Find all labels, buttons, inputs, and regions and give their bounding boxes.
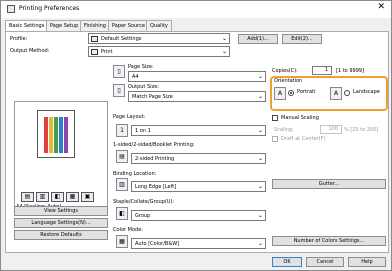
scaling-range: % [25 to 200] [344, 127, 379, 133]
profile-select[interactable]: Default Settings ⌄ [88, 33, 230, 44]
help-button[interactable]: Help [348, 257, 386, 267]
page-size-icon: ▯ [113, 65, 125, 78]
output-size-label: Output Size: [128, 84, 159, 90]
portrait-radio[interactable] [288, 90, 294, 96]
copies-range: [1 to 9999] [336, 68, 365, 74]
cancel-button[interactable]: Cancel [306, 257, 344, 267]
color-mode-icon: ▦ [116, 235, 128, 248]
landscape-icon: A [330, 87, 342, 100]
title-bar: Printing Preferences ✕ [1, 1, 391, 18]
duplex-label: 1-sided/2-sided/Booklet Printing: [113, 142, 195, 148]
preview-stripe [44, 117, 48, 153]
binding-value: Long Edge [Left] [135, 184, 177, 190]
color-mode-value: Auto [Color/B&W] [135, 241, 180, 247]
page-layout-value: 1 on 1 [135, 128, 151, 134]
portrait-label: Portrait [297, 89, 316, 95]
profile-label: Profile: [10, 36, 28, 42]
print-icon [91, 49, 98, 55]
add-profile-button[interactable]: Add(1)... [238, 34, 278, 44]
staple-value: Group [135, 213, 151, 219]
edit-profile-button[interactable]: Edit(2)... [282, 34, 322, 44]
duplex-select[interactable]: 2-sided Printing ⌄ [131, 153, 266, 164]
manual-scaling-checkbox[interactable] [272, 115, 278, 121]
preview-page [37, 110, 75, 158]
page-layout-icon: 1 [116, 124, 128, 137]
printer-icon: ▤ [21, 192, 34, 202]
color-mode-label: Color Mode: [113, 227, 143, 233]
page-size-select[interactable]: A4 ⌄ [128, 71, 266, 82]
tab-quality[interactable]: Quality [146, 20, 172, 31]
view-settings-button[interactable]: View Settings [14, 206, 108, 216]
copies-input[interactable]: 1 [312, 66, 332, 75]
chevron-down-icon: ⌄ [257, 93, 263, 100]
color-icon: ▦ [66, 192, 79, 202]
landscape-radio[interactable] [344, 90, 350, 96]
gutter-button[interactable]: Gutter... [272, 179, 386, 189]
profile-value: Default Settings [101, 36, 142, 42]
chevron-down-icon: ⌄ [257, 183, 263, 190]
number-of-colors-button[interactable]: Number of Colors Settings... [272, 236, 386, 246]
page-size-label: Page Size: [128, 64, 154, 70]
binding-select[interactable]: Long Edge [Left] ⌄ [131, 181, 266, 192]
copies-label: Copies(C): [272, 68, 298, 74]
scaling-input[interactable]: 100 [320, 125, 342, 134]
close-icon[interactable]: ✕ [377, 3, 385, 12]
basic-settings-panel: Profile: Default Settings ⌄ Add(1)... Ed… [5, 31, 389, 253]
color-mode-select[interactable]: Auto [Color/B&W] ⌄ [131, 238, 266, 249]
duplex-setting-icon: ▤ [116, 150, 128, 163]
staple-setting-icon: ◧ [116, 207, 128, 220]
binding-icon: ▥ [116, 178, 128, 191]
orientation-label: Orientation [274, 78, 303, 84]
manual-scaling-label: Manual Scaling [281, 115, 319, 121]
chevron-down-icon: ⌄ [257, 240, 263, 247]
draft-checkbox[interactable] [272, 136, 278, 142]
printing-preferences-window: Printing Preferences ✕ Basic Settings Pa… [0, 0, 392, 271]
output-size-select[interactable]: Match Page Size ⌄ [128, 91, 266, 102]
tab-paper-source[interactable]: Paper Source [108, 20, 149, 31]
output-size-icon: ▯ [113, 84, 125, 97]
scaling-label: Scaling: [274, 127, 294, 133]
staple-label: Staple/Collate/Group(U): [113, 199, 175, 205]
preview-stripe [49, 117, 53, 153]
binding-label: Binding Location: [113, 171, 157, 177]
output-size-value: Match Page Size [132, 94, 173, 100]
language-settings-button[interactable]: Language Settings(N)... [14, 218, 108, 228]
chevron-down-icon: ⌄ [257, 155, 263, 162]
page-layout-select[interactable]: 1 on 1 ⌄ [131, 125, 266, 136]
portrait-icon: A [274, 87, 286, 100]
staple-select[interactable]: Group ⌄ [131, 210, 266, 221]
restore-defaults-button[interactable]: Restore Defaults [14, 230, 108, 240]
preview-stripe [64, 117, 68, 153]
chevron-down-icon: ⌄ [257, 127, 263, 134]
chevron-down-icon: ⌄ [221, 35, 227, 42]
printer-app-icon [7, 5, 15, 13]
page-layout-label: Page Layout: [113, 114, 146, 120]
output-method-label: Output Method: [10, 48, 50, 54]
duplex-value: 2-sided Printing [135, 156, 175, 162]
draft-label: Draft at Center(F) [281, 136, 326, 142]
output-method-select[interactable]: Print ⌄ [88, 46, 230, 57]
duplex-icon: ▥ [36, 192, 49, 202]
staple-icon: ◧ [51, 192, 64, 202]
landscape-label: Landscape [353, 89, 380, 95]
tab-page-setup[interactable]: Page Setup [46, 20, 83, 31]
page-preview: ▤ ▥ ◧ ▦ ▣ A4 [Scaling: Auto] [14, 101, 108, 211]
ok-button[interactable]: OK [272, 257, 302, 267]
preview-stripe [54, 117, 58, 153]
profile-icon [91, 36, 98, 42]
chevron-down-icon: ⌄ [257, 73, 263, 80]
window-title: Printing Preferences [19, 5, 80, 12]
preview-stripe [59, 117, 63, 153]
chevron-down-icon: ⌄ [257, 212, 263, 219]
page-size-value: A4 [132, 74, 139, 80]
layout-icon: ▣ [81, 192, 94, 202]
tab-finishing[interactable]: Finishing [80, 20, 110, 31]
chevron-down-icon: ⌄ [221, 48, 227, 55]
output-method-value: Print [101, 49, 113, 55]
